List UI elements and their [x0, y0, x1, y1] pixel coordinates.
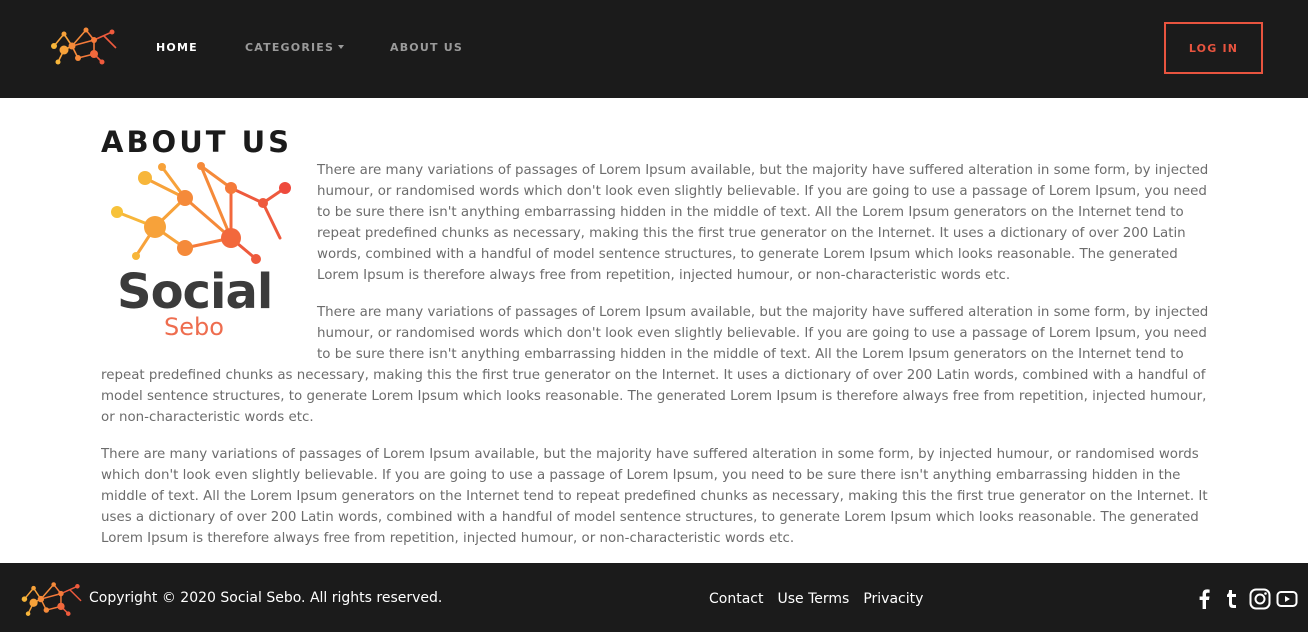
nav-about-link[interactable]: ABOUT US: [390, 41, 463, 54]
footer-link-contact[interactable]: Contact: [709, 591, 763, 607]
page-title: ABOUT US: [101, 125, 293, 159]
about-paragraph-3: There are many variations of passages of…: [101, 447, 1208, 546]
youtube-icon[interactable]: [1276, 588, 1298, 610]
footer-link-privacity[interactable]: Privacity: [863, 591, 923, 607]
nav-categories-dropdown[interactable]: CATEGORIES: [245, 41, 345, 54]
top-navbar: HOME CATEGORIES ABOUT US LOG IN: [0, 0, 1308, 98]
facebook-icon[interactable]: [1193, 588, 1215, 610]
network-logo-icon[interactable]: [46, 24, 118, 70]
brand-name: Social: [117, 264, 273, 320]
instagram-icon[interactable]: [1249, 588, 1271, 610]
login-button[interactable]: LOG IN: [1164, 22, 1263, 74]
caret-down-icon: [338, 45, 345, 49]
network-graph-icon: [111, 162, 291, 264]
brand-subtitle: Sebo: [164, 313, 224, 341]
footer-network-logo-icon[interactable]: [15, 579, 85, 621]
footer-links: Contact Use Terms Privacity: [709, 591, 923, 607]
copyright-text: Copyright © 2020 Social Sebo. All rights…: [89, 590, 443, 606]
nav-home-link[interactable]: HOME: [156, 41, 198, 54]
tumblr-icon[interactable]: [1221, 588, 1243, 610]
site-footer: Copyright © 2020 Social Sebo. All rights…: [0, 563, 1308, 632]
footer-link-use-terms[interactable]: Use Terms: [777, 591, 849, 607]
about-content: ABOUT US Social Sebo There are many vari…: [101, 98, 1211, 563]
social-sebo-logo: Social Sebo: [101, 160, 297, 340]
nav-categories-label: CATEGORIES: [245, 41, 335, 54]
